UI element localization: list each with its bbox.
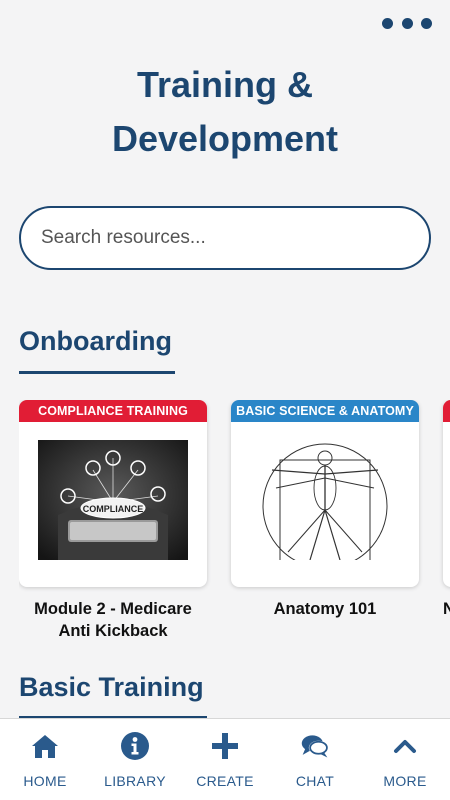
- course-card-medicare[interactable]: COMPLIANCE TRAINING COMPLIANCE Module 2 …: [19, 400, 207, 642]
- category-tag: [443, 400, 450, 422]
- search-input[interactable]: [41, 227, 401, 249]
- tab-chat[interactable]: CHAT: [270, 719, 360, 800]
- category-tag: BASIC SCIENCE & ANATOMY: [231, 400, 419, 422]
- course-card-anatomy[interactable]: BASIC SCIENCE & ANATOMY Anatomy 101: [231, 400, 419, 620]
- home-icon: [32, 735, 58, 758]
- section-title-onboarding: Onboarding: [19, 326, 172, 356]
- tab-more[interactable]: MORE: [360, 719, 450, 800]
- search-bar[interactable]: [19, 206, 431, 270]
- tab-create[interactable]: CREATE: [180, 719, 270, 800]
- course-card-thumbnail[interactable]: BASIC SCIENCE & ANATOMY: [231, 400, 419, 587]
- tab-label: LIBRARY: [104, 773, 166, 789]
- chat-icon: [301, 735, 329, 758]
- course-card-thumbnail[interactable]: [443, 400, 450, 587]
- image-label: COMPLIANCE: [83, 504, 144, 514]
- more-menu-button[interactable]: [382, 14, 432, 32]
- section-underline: [19, 371, 175, 374]
- onboarding-cards-carousel[interactable]: COMPLIANCE TRAINING COMPLIANCE Module 2 …: [19, 400, 450, 650]
- course-title: N: [443, 600, 450, 618]
- course-title: Anatomy 101: [273, 600, 377, 618]
- course-title: Module 2 - Medicare Anti Kickback: [34, 600, 192, 640]
- bottom-tab-bar: HOME LIBRARY CREATE CHAT MORE: [0, 718, 450, 800]
- tab-label: MORE: [383, 773, 427, 789]
- course-card-thumbnail[interactable]: COMPLIANCE TRAINING COMPLIANCE: [19, 400, 207, 587]
- chevron-up-icon: [394, 740, 416, 753]
- page-title: Training & Development: [111, 64, 339, 159]
- tab-library[interactable]: LIBRARY: [90, 719, 180, 800]
- section-title-basic-training: Basic Training: [19, 672, 204, 702]
- category-tag: COMPLIANCE TRAINING: [19, 400, 207, 422]
- course-card-partial[interactable]: N: [443, 400, 450, 620]
- tab-home[interactable]: HOME: [0, 719, 90, 800]
- more-horizontal-icon: [382, 17, 393, 29]
- info-icon: [121, 732, 149, 760]
- compliance-image: COMPLIANCE: [38, 440, 188, 560]
- vitruvian-man-image: [250, 440, 400, 560]
- tab-label: CHAT: [295, 773, 335, 789]
- tab-label: CREATE: [196, 773, 254, 789]
- plus-icon: [212, 733, 238, 759]
- tab-label: HOME: [23, 773, 67, 789]
